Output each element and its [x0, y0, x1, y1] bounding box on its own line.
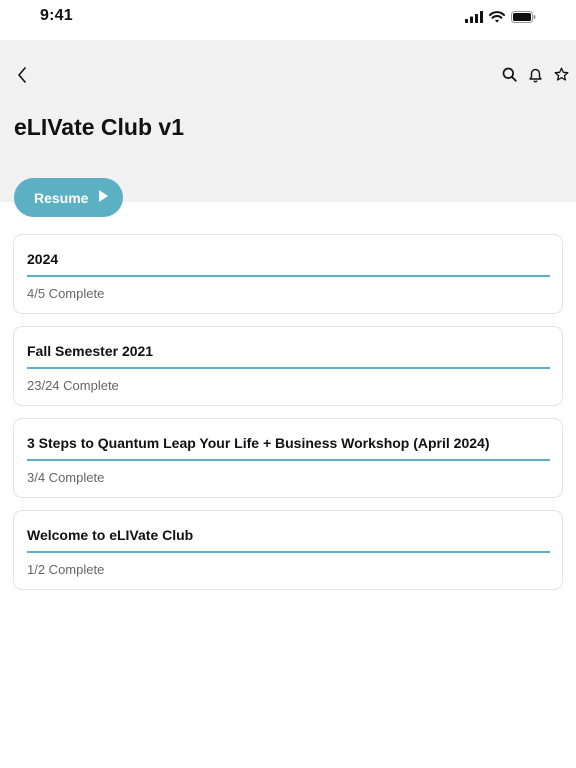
course-title: Welcome to eLIVate Club — [27, 527, 194, 543]
progress-fill — [27, 275, 550, 277]
course-title: Fall Semester 2021 — [27, 343, 154, 359]
signal-icon — [465, 10, 483, 28]
bell-icon — [528, 67, 543, 88]
course-card[interactable]: 3 Steps to Quantum Leap Your Life + Busi… — [13, 418, 563, 498]
course-card[interactable]: Fall Semester 2021 23/24 Complete — [13, 326, 563, 406]
status-bar: 9:41 — [0, 0, 576, 40]
status-icons — [465, 10, 536, 28]
course-status: 4/5 Complete — [27, 286, 105, 301]
play-icon — [98, 189, 109, 206]
course-card[interactable]: 2024 4/5 Complete — [13, 234, 563, 314]
header-actions — [500, 67, 570, 87]
battery-icon — [511, 10, 536, 28]
progress-bar — [27, 551, 550, 553]
star-icon — [554, 67, 569, 87]
search-button[interactable] — [500, 67, 518, 87]
progress-fill — [27, 459, 550, 461]
notifications-button[interactable] — [526, 67, 544, 87]
progress-bar — [27, 367, 550, 369]
chevron-left-icon — [17, 66, 27, 88]
course-card[interactable]: Welcome to eLIVate Club 1/2 Complete — [13, 510, 563, 590]
back-button[interactable] — [12, 66, 32, 88]
course-status: 1/2 Complete — [27, 562, 105, 577]
favorite-button[interactable] — [552, 67, 570, 87]
course-title: 2024 — [27, 251, 59, 267]
course-list: 2024 4/5 Complete Fall Semester 2021 23/… — [13, 234, 563, 602]
resume-label: Resume — [34, 189, 89, 206]
course-title: 3 Steps to Quantum Leap Your Life + Busi… — [27, 435, 490, 451]
progress-fill — [27, 367, 550, 369]
status-time: 9:41 — [40, 7, 73, 24]
progress-bar — [27, 275, 550, 277]
progress-fill — [27, 551, 550, 553]
course-status: 23/24 Complete — [27, 378, 119, 393]
wifi-icon — [489, 10, 505, 28]
course-status: 3/4 Complete — [27, 470, 105, 485]
resume-button[interactable]: Resume — [14, 178, 123, 217]
progress-bar — [27, 459, 550, 461]
search-icon — [502, 67, 517, 87]
page-title: eLIVate Club v1 — [14, 114, 185, 140]
